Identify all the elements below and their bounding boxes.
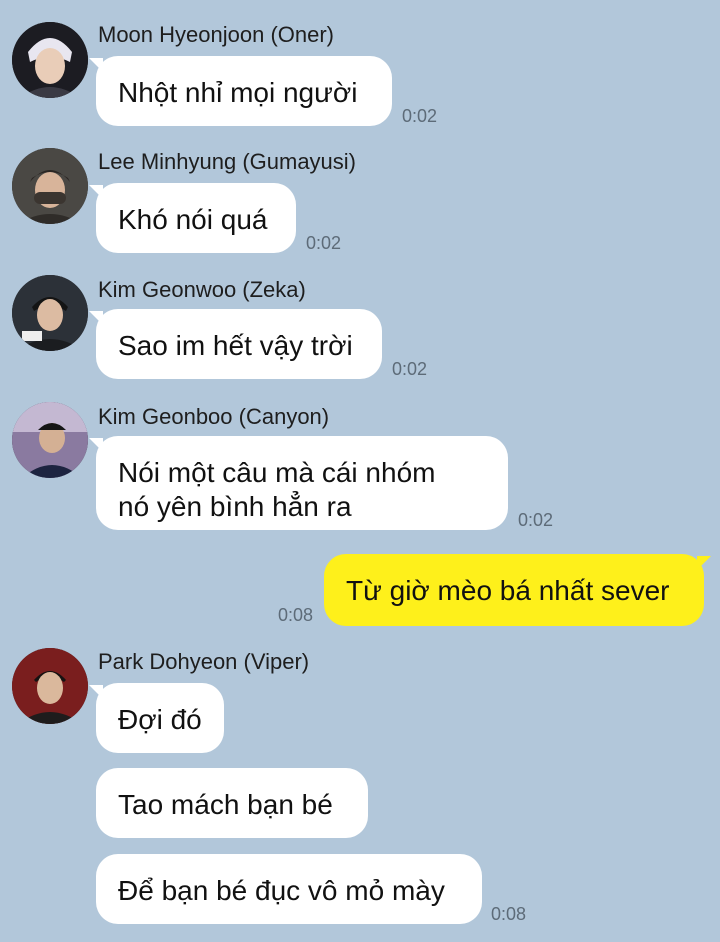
outgoing-message-bubble[interactable]: Từ giờ mèo bá nhất sever [324,554,711,626]
avatar-oner[interactable] [12,22,88,98]
sender-name: Moon Hyeonjoon (Oner) [98,22,335,47]
message-text: Đợi đó [118,704,202,735]
message-text-line: Nói một câu mà cái nhóm [118,457,436,488]
message-bubble[interactable]: Nói một câu mà cái nhóm nó yên bình hẳn … [89,436,508,530]
message-bubble[interactable]: Đợi đó [89,683,224,753]
message-text: Nhột nhỉ mọi người [118,77,358,108]
message-timestamp: 0:02 [518,510,554,530]
avatar-canyon[interactable] [12,402,88,478]
message-bubble[interactable]: Sao im hết vậy trời [89,309,382,379]
message-bubble[interactable]: Để bạn bé đục vô mỏ mày [96,854,482,924]
message-text: Để bạn bé đục vô mỏ mày [118,875,445,906]
message-timestamp: 0:08 [278,605,314,625]
sender-name: Park Dohyeon (Viper) [98,649,310,674]
message-text: Từ giờ mèo bá nhất sever [346,575,670,606]
message-text: Tao mách bạn bé [118,789,333,820]
message-timestamp: 0:02 [306,233,342,253]
sender-name: Lee Minhyung (Gumayusi) [98,149,357,174]
message-timestamp: 0:02 [402,106,438,126]
message-text-line: nó yên bình hẳn ra [118,491,352,522]
message-bubble[interactable]: Tao mách bạn bé [96,768,368,838]
message-text: Sao im hết vậy trời [118,330,353,361]
avatar-zeka[interactable] [12,275,88,351]
avatar-gumayusi[interactable] [12,148,88,224]
message-timestamp: 0:08 [491,904,527,924]
sender-name: Kim Geonwoo (Zeka) [98,277,306,302]
message-bubble[interactable]: Nhột nhỉ mọi người [89,56,392,126]
message-text: Khó nói quá [118,204,268,235]
message-timestamp: 0:02 [392,359,428,379]
sender-name: Kim Geonboo (Canyon) [98,404,330,429]
message-bubble[interactable]: Khó nói quá [89,183,296,253]
avatar-viper[interactable] [12,648,88,724]
